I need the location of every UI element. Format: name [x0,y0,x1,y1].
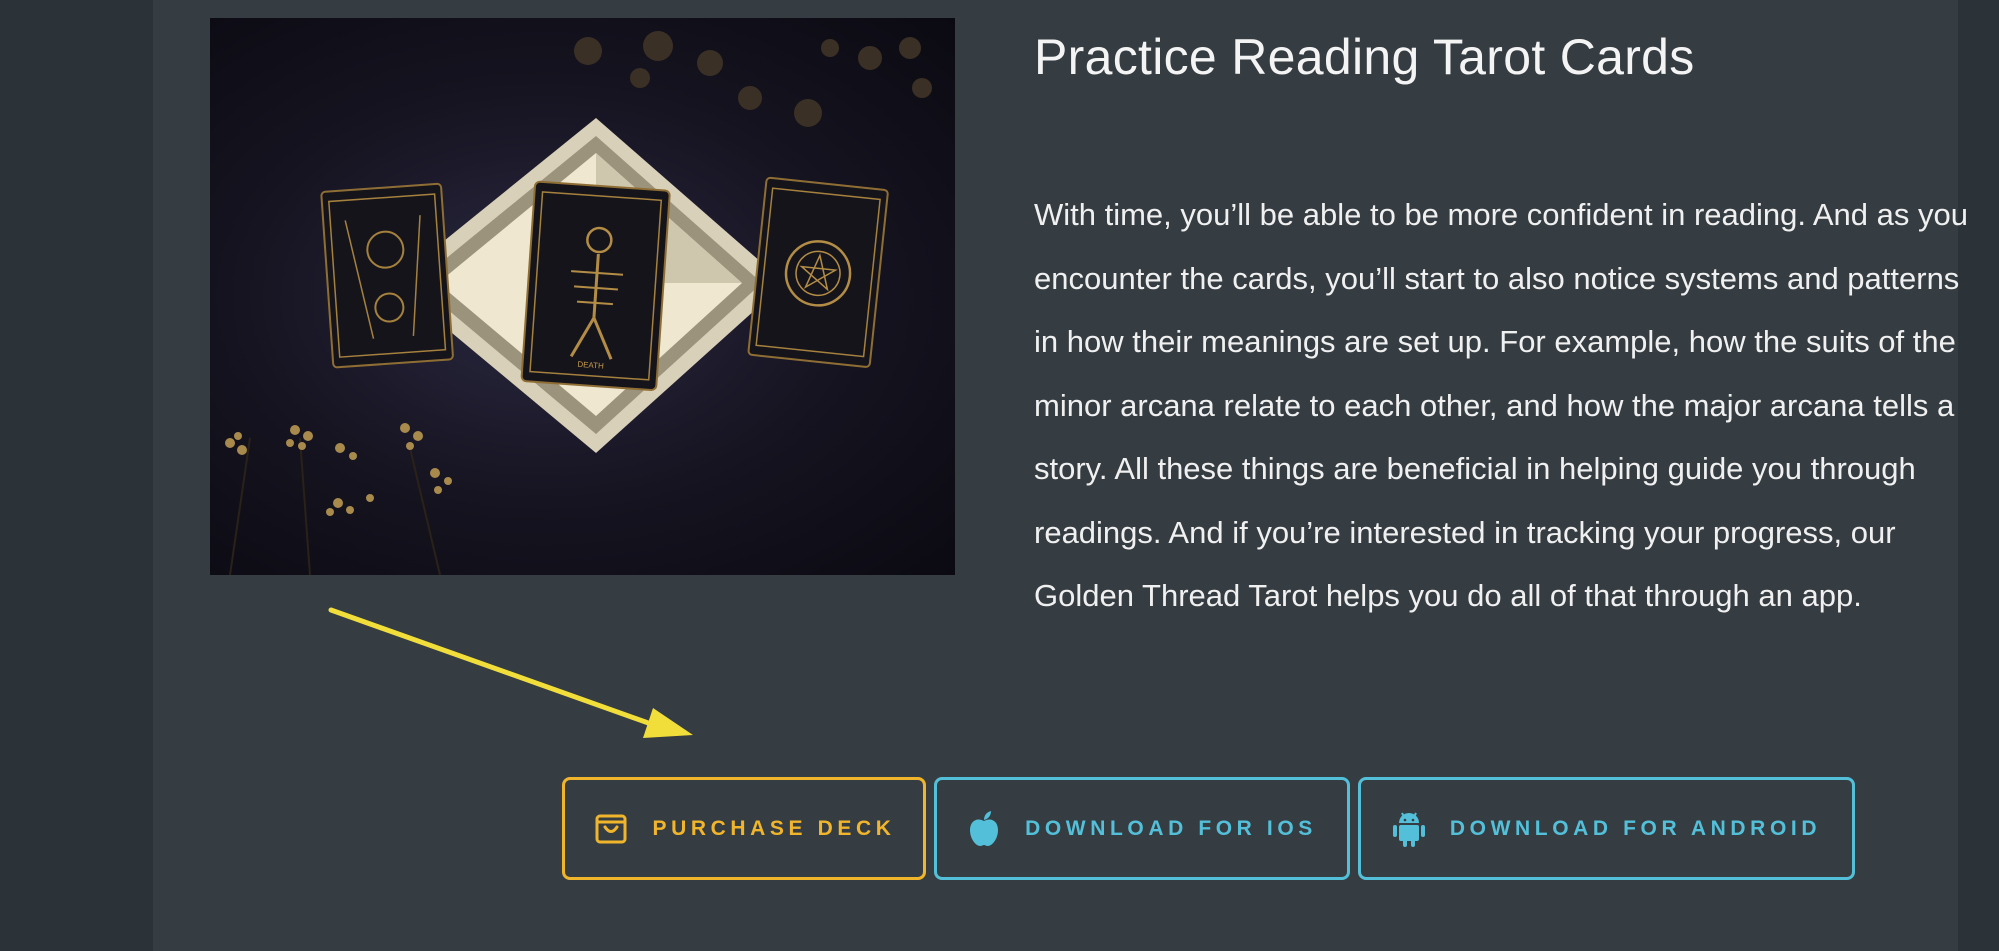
purchase-deck-button[interactable]: PURCHASE DECK [562,777,926,880]
purchase-deck-label: PURCHASE DECK [652,816,896,840]
android-icon [1392,810,1426,848]
page-title: Practice Reading Tarot Cards [1034,29,1695,85]
tarot-hero-image: DEATH [210,18,955,575]
tarot-photo: DEATH [225,31,932,575]
content-panel: DEATH Practice Reading Tarot Cards With … [153,0,1968,951]
download-ios-label: DOWNLOAD FOR IOS [1025,816,1317,840]
apple-icon [967,810,1001,847]
download-ios-button[interactable]: DOWNLOAD FOR IOS [934,777,1350,880]
shopping-bag-icon [593,811,629,847]
annotation-arrow [328,607,693,738]
download-android-button[interactable]: DOWNLOAD FOR ANDROID [1358,777,1855,880]
download-android-label: DOWNLOAD FOR ANDROID [1449,816,1822,840]
center-card-label: DEATH [577,360,604,371]
article-paragraph: With time, you’ll be able to be more con… [1034,197,1968,613]
